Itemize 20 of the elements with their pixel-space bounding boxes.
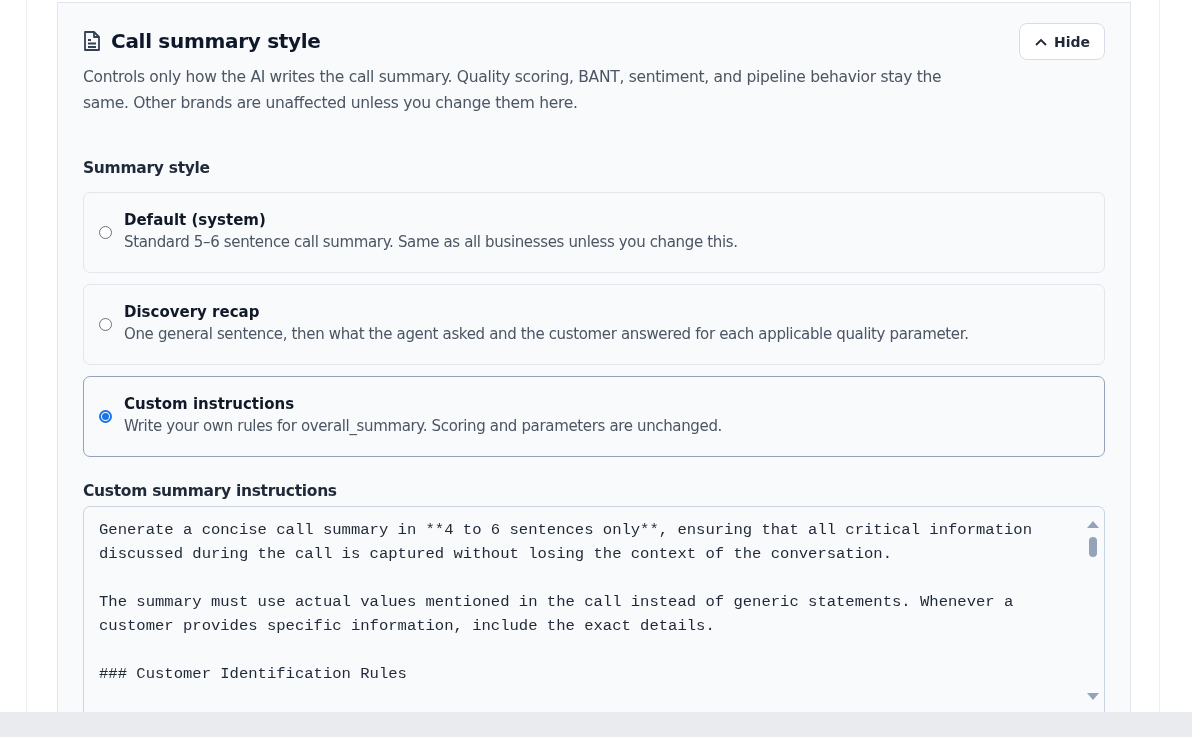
option-title: Discovery recap <box>124 301 261 323</box>
style-option[interactable]: Discovery recap One general sentence, then what the agent asked and the customer answered for each applicable quality parameter. <box>83 284 1105 365</box>
option-description: Standard 5–6 sentence call summary. Same as all businesses unless you change this. <box>124 231 738 253</box>
radio-button[interactable] <box>99 226 112 239</box>
section-description: Controls only how the AI writes the call summary. Quality scoring, BANT, sentiment, and pipeline behavior stay the same. Other brands are unaffected unless you change them here. <box>83 67 943 114</box>
field-label: Custom summary instructions <box>83 482 338 500</box>
section-title: Call summary style <box>111 29 321 53</box>
radio-button[interactable] <box>99 318 112 331</box>
document-icon <box>83 30 101 52</box>
option-description: Write your own rules for overall_summary. Scoring and parameters are unchanged. <box>124 415 722 437</box>
instructions-field[interactable]: Generate a concise call summary in **4 to 6 sentences only**, ensuring that all critical information discussed during the call is captured without losing the context of the conversation. The summary must use actual values mentioned in the call instead of generic statements. Whenever a customer provides specific information, include the exact details. ### Customer Identification Rules <box>83 506 1105 712</box>
style-option[interactable]: Custom instructions Write your own rules for overall_summary. Scoring and parameters are unchanged. <box>83 376 1105 457</box>
option-description: One general sentence, then what the agent asked and the customer answered for each applicable quality parameter. <box>124 323 969 345</box>
hide-button[interactable]: Hide <box>1018 23 1105 60</box>
radio-button[interactable] <box>99 410 112 423</box>
field-label: Summary style <box>83 159 211 177</box>
option-title: Custom instructions <box>124 393 296 415</box>
style-option[interactable]: Default (system) Standard 5–6 sentence call summary. Same as all businesses unless you change this. <box>83 192 1105 273</box>
option-title: Default (system) <box>124 209 267 231</box>
chevron-up-icon <box>1034 37 1047 46</box>
